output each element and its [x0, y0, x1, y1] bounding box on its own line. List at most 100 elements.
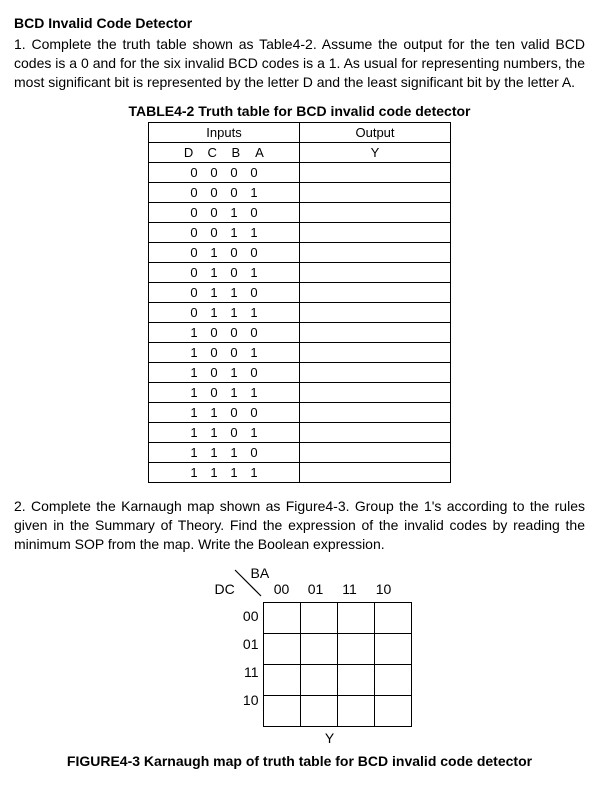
- kmap-cell[interactable]: [263, 634, 300, 665]
- kmap-cell[interactable]: [300, 665, 337, 696]
- truth-inputs-cell: 0110: [149, 283, 300, 303]
- truth-output-cell[interactable]: [300, 303, 451, 323]
- page-title: BCD Invalid Code Detector: [14, 14, 585, 33]
- truth-inputs-cell: 1100: [149, 403, 300, 423]
- truth-inputs-cell: 1001: [149, 343, 300, 363]
- table-row: 1111: [149, 463, 451, 483]
- truth-output-cell[interactable]: [300, 443, 451, 463]
- bit-d: 1: [184, 363, 204, 382]
- kmap-cell[interactable]: [263, 696, 300, 727]
- kmap-row-10: 10: [233, 686, 259, 714]
- kmap-cell[interactable]: [337, 603, 374, 634]
- kmap-col-10: 10: [367, 580, 401, 599]
- bit-c: 0: [204, 203, 224, 222]
- bit-b: 1: [224, 443, 244, 462]
- truth-inputs-cell: 0010: [149, 203, 300, 223]
- col-label-d: D: [179, 143, 199, 162]
- table-row: 0001: [149, 183, 451, 203]
- table-row: 0010: [149, 203, 451, 223]
- bit-c: 1: [204, 303, 224, 322]
- bit-b: 1: [224, 203, 244, 222]
- bit-d: 0: [184, 263, 204, 282]
- truth-output-cell[interactable]: [300, 383, 451, 403]
- table-row: 1001: [149, 343, 451, 363]
- truth-output-cell[interactable]: [300, 323, 451, 343]
- kmap-cell[interactable]: [374, 665, 411, 696]
- bit-a: 0: [244, 283, 264, 302]
- bit-d: 1: [184, 383, 204, 402]
- bit-c: 1: [204, 263, 224, 282]
- truth-inputs-cell: 1010: [149, 363, 300, 383]
- kmap-cell[interactable]: [337, 665, 374, 696]
- truth-output-cell[interactable]: [300, 463, 451, 483]
- bit-b: 0: [224, 163, 244, 182]
- bit-a: 0: [244, 203, 264, 222]
- kmap-row-00: 00: [233, 602, 259, 630]
- truth-inputs-cell: 0100: [149, 243, 300, 263]
- table-row: 0100: [149, 243, 451, 263]
- bit-d: 1: [184, 423, 204, 442]
- kmap-cell[interactable]: [337, 634, 374, 665]
- bit-b: 0: [224, 403, 244, 422]
- bit-d: 0: [184, 183, 204, 202]
- truth-output-cell[interactable]: [300, 163, 451, 183]
- table-row: 1110: [149, 443, 451, 463]
- bit-d: 0: [184, 163, 204, 182]
- bit-a: 1: [244, 263, 264, 282]
- kmap-cell[interactable]: [263, 603, 300, 634]
- bit-d: 1: [184, 323, 204, 342]
- bit-b: 1: [224, 223, 244, 242]
- kmap-output-label: Y: [185, 729, 415, 748]
- table-row: 1101: [149, 423, 451, 443]
- kmap-col-11: 11: [333, 580, 367, 599]
- bit-c: 0: [204, 223, 224, 242]
- bit-c: 0: [204, 383, 224, 402]
- bit-c: 1: [204, 423, 224, 442]
- truth-output-cell[interactable]: [300, 223, 451, 243]
- kmap-cell[interactable]: [263, 665, 300, 696]
- kmap-cell[interactable]: [374, 603, 411, 634]
- truth-output-cell[interactable]: [300, 423, 451, 443]
- bit-a: 1: [244, 423, 264, 442]
- table-row: 0011: [149, 223, 451, 243]
- truth-output-cell[interactable]: [300, 263, 451, 283]
- bit-c: 1: [204, 243, 224, 262]
- kmap-row-11: 11: [233, 658, 259, 686]
- kmap-cell[interactable]: [300, 603, 337, 634]
- bit-c: 1: [204, 283, 224, 302]
- kmap-cell[interactable]: [374, 696, 411, 727]
- bit-d: 0: [184, 223, 204, 242]
- bit-b: 1: [224, 283, 244, 302]
- bit-c: 1: [204, 443, 224, 462]
- truth-inputs-cell: 1111: [149, 463, 300, 483]
- kmap-cell[interactable]: [374, 634, 411, 665]
- truth-output-cell[interactable]: [300, 183, 451, 203]
- bit-c: 0: [204, 183, 224, 202]
- truth-output-cell[interactable]: [300, 283, 451, 303]
- truth-output-cell[interactable]: [300, 403, 451, 423]
- kmap-cell[interactable]: [300, 634, 337, 665]
- bit-c: 0: [204, 343, 224, 362]
- bit-d: 1: [184, 463, 204, 482]
- truth-output-cell[interactable]: [300, 363, 451, 383]
- table-row: 0101: [149, 263, 451, 283]
- truth-table: Inputs Output D C B A Y 0000000100100011…: [148, 122, 451, 483]
- kmap-cell[interactable]: [337, 696, 374, 727]
- bit-b: 0: [224, 323, 244, 342]
- truth-inputs-cell: 1101: [149, 423, 300, 443]
- truth-output-cell[interactable]: [300, 243, 451, 263]
- subheader-output: Y: [300, 143, 451, 163]
- bit-c: 0: [204, 363, 224, 382]
- truth-inputs-cell: 1110: [149, 443, 300, 463]
- kmap: BA DC 00 01 11 10 00 01 11 10 Y: [185, 564, 415, 748]
- kmap-cell[interactable]: [300, 696, 337, 727]
- truth-output-cell[interactable]: [300, 343, 451, 363]
- table-row: 1100: [149, 403, 451, 423]
- bit-b: 0: [224, 243, 244, 262]
- header-inputs: Inputs: [149, 123, 300, 143]
- table-header-row: Inputs Output: [149, 123, 451, 143]
- col-label-a: A: [249, 143, 269, 162]
- col-label-c: C: [202, 143, 222, 162]
- truth-output-cell[interactable]: [300, 203, 451, 223]
- bit-a: 1: [244, 383, 264, 402]
